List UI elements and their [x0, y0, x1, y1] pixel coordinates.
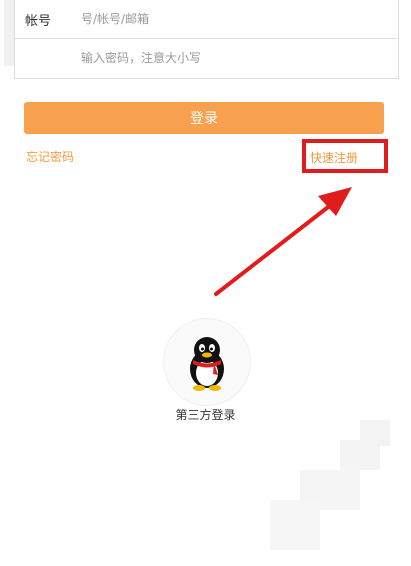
- qq-login-button[interactable]: [163, 318, 251, 406]
- qq-penguin-icon: [190, 337, 224, 391]
- login-page: 帐号 登录 忘记密码 快速注册: [0, 0, 411, 566]
- annotation-arrow-icon: [214, 187, 352, 296]
- third-party-login-label: 第三方登录: [175, 408, 236, 422]
